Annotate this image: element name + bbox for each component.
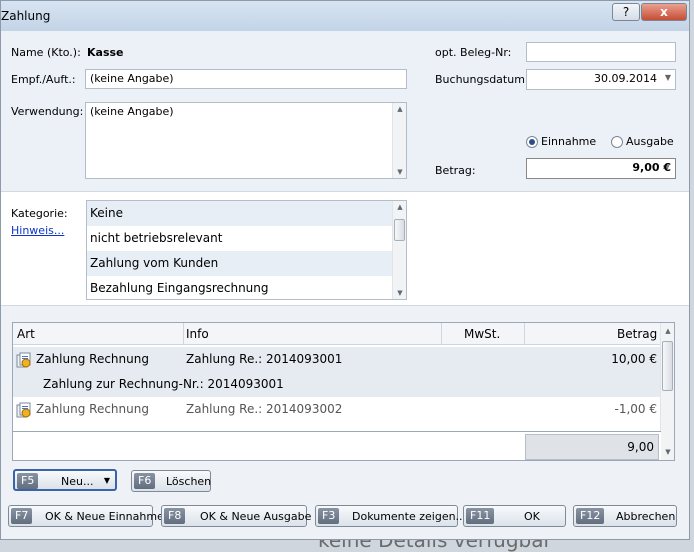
column-header-betrag[interactable]: Betrag <box>617 327 657 341</box>
table-row[interactable]: Zahlung Rechnung Zahlung Re.: 2014093002… <box>13 397 661 422</box>
table-row[interactable]: Zahlung Rechnung Zahlung Re.: 2014093001… <box>13 347 661 372</box>
date-label: Buchungsdatum: <box>435 73 529 86</box>
column-header-art[interactable]: Art <box>17 327 35 341</box>
scroll-up-icon[interactable]: ▲ <box>393 105 406 113</box>
f8-key-badge: F8 <box>164 508 186 524</box>
payment-document-icon <box>16 402 31 418</box>
scroll-down-icon[interactable]: ▼ <box>393 168 406 176</box>
row-betrag: 10,00 € <box>611 352 657 366</box>
name-value: Kasse <box>87 46 124 59</box>
ok-label: OK <box>524 510 540 523</box>
show-documents-button[interactable]: F3 Dokumente zeigen... <box>315 505 466 527</box>
total-amount: 9,00 <box>525 434 659 460</box>
row-info: Zahlung Re.: 2014093001 <box>186 352 343 366</box>
f5-key-badge: F5 <box>17 473 39 489</box>
receipt-label: opt. Beleg-Nr: <box>435 46 512 59</box>
new-label: Neu... <box>61 475 94 488</box>
category-scrollbar[interactable]: ▲ ▼ <box>392 201 406 299</box>
scroll-down-icon[interactable]: ▼ <box>393 289 406 297</box>
chevron-down-icon: ▼ <box>103 476 110 485</box>
scroll-up-icon[interactable]: ▲ <box>393 203 406 211</box>
scroll-down-icon[interactable]: ▼ <box>661 448 674 456</box>
f6-key-badge: F6 <box>134 473 156 489</box>
row-betrag: -1,00 € <box>614 402 658 416</box>
hint-link[interactable]: Hinweis... <box>11 224 64 237</box>
f12-key-badge: F12 <box>576 508 605 524</box>
category-list[interactable]: Keine nicht betriebsrelevant Zahlung vom… <box>86 200 407 300</box>
category-item-zahlung-vom-kunden[interactable]: Zahlung vom Kunden <box>87 251 393 276</box>
income-label: Einnahme <box>541 135 597 148</box>
category-section: Kategorie: Hinweis... Keine nicht betrie… <box>1 191 689 306</box>
purpose-scrollbar[interactable]: ▲ ▼ <box>392 103 406 178</box>
recipient-field[interactable]: (keine Angabe) <box>85 69 407 89</box>
table-row-detail: Zahlung zur Rechnung-Nr.: 2014093001 <box>13 372 661 397</box>
category-item-keine[interactable]: Keine <box>87 201 393 226</box>
delete-label: Löschen <box>166 475 212 488</box>
scroll-thumb[interactable] <box>662 341 673 391</box>
close-button[interactable]: x <box>641 3 687 21</box>
name-label: Name (Kto.): <box>11 46 81 59</box>
ok-new-expense-button[interactable]: F8 OK & Neue Ausgabe <box>161 505 311 527</box>
f7-key-badge: F7 <box>11 508 33 524</box>
amount-field[interactable]: 9,00 € <box>526 158 676 179</box>
amount-label: Betrag: <box>435 164 476 177</box>
ok-button[interactable]: F11 OK <box>463 505 566 527</box>
f3-key-badge: F3 <box>318 508 340 524</box>
recipient-label: Empf./Auft.: <box>11 73 76 86</box>
purpose-field[interactable]: (keine Angabe) ▲ ▼ <box>85 102 407 179</box>
new-dropdown-button[interactable]: F5 Neu... ▼ <box>13 469 117 491</box>
category-item-nicht-betriebsrelevant[interactable]: nicht betriebsrelevant <box>87 226 393 251</box>
title-bar: Zahlung ? x <box>1 1 689 31</box>
table-footer: 9,00 <box>13 431 661 460</box>
income-radio[interactable] <box>526 136 538 148</box>
date-picker[interactable]: 30.09.2014 ▼ <box>526 69 676 90</box>
f11-key-badge: F11 <box>466 508 495 524</box>
chevron-down-icon[interactable]: ▼ <box>665 73 671 82</box>
row-detail: Zahlung zur Rechnung-Nr.: 2014093001 <box>43 377 284 391</box>
table-header: Art Info MwSt. Betrag <box>13 323 661 345</box>
ok-new-expense-label: OK & Neue Ausgabe <box>200 510 312 523</box>
payment-details-section: Name (Kto.): Kasse Empf./Auft.: (keine A… <box>1 31 689 191</box>
delete-button[interactable]: F6 Löschen <box>131 470 211 492</box>
column-header-mwst[interactable]: MwSt. <box>464 327 500 341</box>
cancel-label: Abbrechen <box>616 510 676 523</box>
table-scrollbar[interactable]: ▲ ▼ <box>660 323 674 460</box>
payment-items-table: Art Info MwSt. Betrag Zahlung Rechnung Z… <box>12 322 675 461</box>
category-item-bezahlung-eingangsrechnung[interactable]: Bezahlung Eingangsrechnung <box>87 276 393 299</box>
column-header-info[interactable]: Info <box>186 327 209 341</box>
category-label: Kategorie: <box>11 207 68 220</box>
help-button[interactable]: ? <box>612 3 640 21</box>
ok-new-income-label: OK & Neue Einnahme <box>45 510 164 523</box>
row-art: Zahlung Rechnung <box>36 402 149 416</box>
expense-radio[interactable] <box>611 136 623 148</box>
row-info: Zahlung Re.: 2014093002 <box>186 402 343 416</box>
purpose-text: (keine Angabe) <box>90 105 174 118</box>
row-art: Zahlung Rechnung <box>36 352 149 366</box>
expense-label: Ausgabe <box>626 135 674 148</box>
scroll-thumb[interactable] <box>394 219 405 241</box>
receipt-number-field[interactable] <box>526 42 676 62</box>
show-documents-label: Dokumente zeigen... <box>352 510 467 523</box>
payment-dialog: Zahlung ? x Name (Kto.): Kasse Empf./Auf… <box>0 0 690 540</box>
payment-document-icon <box>16 352 31 368</box>
purpose-label: Verwendung: <box>11 105 84 118</box>
cancel-button[interactable]: F12 Abbrechen <box>573 505 677 527</box>
date-value: 30.09.2014 <box>594 72 657 85</box>
window-title: Zahlung <box>1 9 51 23</box>
ok-new-income-button[interactable]: F7 OK & Neue Einnahme <box>8 505 164 527</box>
scroll-up-icon[interactable]: ▲ <box>661 327 674 335</box>
